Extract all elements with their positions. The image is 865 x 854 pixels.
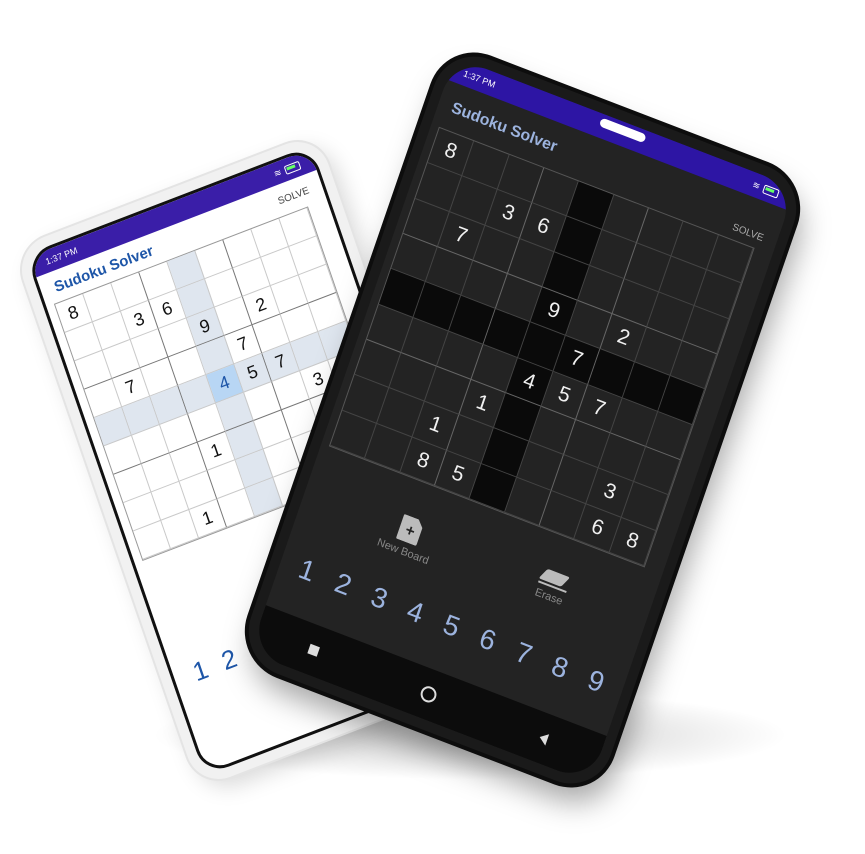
battery-icon bbox=[283, 160, 302, 175]
number-key-3[interactable]: 3 bbox=[367, 580, 392, 616]
number-key-1[interactable]: 1 bbox=[189, 654, 213, 688]
erase-button[interactable]: Erase bbox=[533, 567, 571, 608]
number-key-1[interactable]: 1 bbox=[295, 553, 320, 589]
wifi-icon: ≋ bbox=[272, 166, 283, 179]
number-key-2[interactable]: 2 bbox=[331, 567, 356, 603]
battery-icon bbox=[762, 183, 781, 199]
new-board-button[interactable]: + New Board bbox=[376, 508, 441, 567]
number-key-4[interactable]: 4 bbox=[403, 594, 428, 630]
number-key-8[interactable]: 8 bbox=[547, 650, 573, 686]
solve-button[interactable]: SOLVE bbox=[277, 185, 311, 207]
number-key-5[interactable]: 5 bbox=[439, 608, 464, 644]
camera-notch bbox=[598, 117, 647, 144]
number-key-6[interactable]: 6 bbox=[475, 622, 500, 658]
dark-screen: 1:37 PM ≋ Sudoku Solver SOLVE 8367927457… bbox=[249, 56, 796, 784]
number-key-7[interactable]: 7 bbox=[511, 636, 537, 672]
recents-icon[interactable] bbox=[307, 643, 321, 657]
wifi-icon: ≋ bbox=[751, 178, 762, 192]
home-icon[interactable] bbox=[418, 684, 440, 705]
back-icon[interactable] bbox=[537, 731, 549, 746]
number-key-9[interactable]: 9 bbox=[584, 664, 609, 700]
number-key-2[interactable]: 2 bbox=[217, 643, 241, 677]
new-document-icon: + bbox=[396, 514, 425, 546]
